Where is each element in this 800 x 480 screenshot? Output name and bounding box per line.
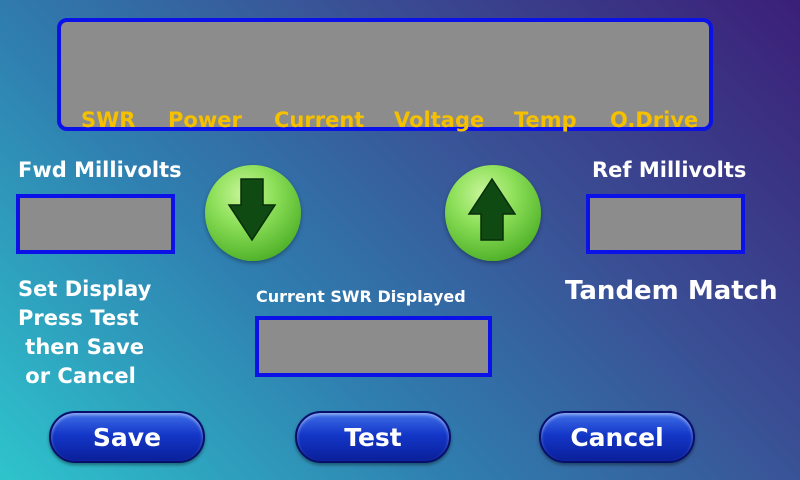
instruction-line: or Cancel (18, 364, 136, 388)
instructions-text: Set Display Press Test then Save or Cance… (18, 275, 151, 391)
current-swr-label: Current SWR Displayed (256, 287, 466, 306)
decrease-button[interactable] (205, 165, 301, 261)
save-button[interactable]: Save (49, 411, 205, 463)
meter-display-panel: SWR Power Current Voltage Temp O.Drive (57, 18, 713, 132)
meter-label-temp[interactable]: Temp (514, 108, 577, 132)
mode-title: Tandem Match (565, 276, 778, 306)
meter-label-odrive[interactable]: O.Drive (610, 108, 698, 132)
fwd-millivolts-label: Fwd Millivolts (18, 158, 182, 182)
fwd-millivolts-field (16, 194, 175, 254)
instruction-line: then Save (18, 335, 145, 359)
meter-label-power[interactable]: Power (168, 108, 242, 132)
arrow-up-icon (467, 177, 517, 241)
ref-millivolts-field (586, 194, 745, 254)
instruction-line: Press Test (18, 306, 139, 330)
meter-label-voltage[interactable]: Voltage (394, 108, 484, 132)
cancel-button[interactable]: Cancel (539, 411, 695, 463)
test-button[interactable]: Test (295, 411, 451, 463)
ref-millivolts-label: Ref Millivolts (592, 158, 747, 182)
arrow-down-icon (227, 178, 277, 242)
instruction-line: Set Display (18, 277, 152, 301)
current-swr-field (255, 316, 492, 377)
meter-label-swr[interactable]: SWR (81, 108, 135, 132)
increase-button[interactable] (445, 165, 541, 261)
meter-label-current[interactable]: Current (274, 108, 364, 132)
